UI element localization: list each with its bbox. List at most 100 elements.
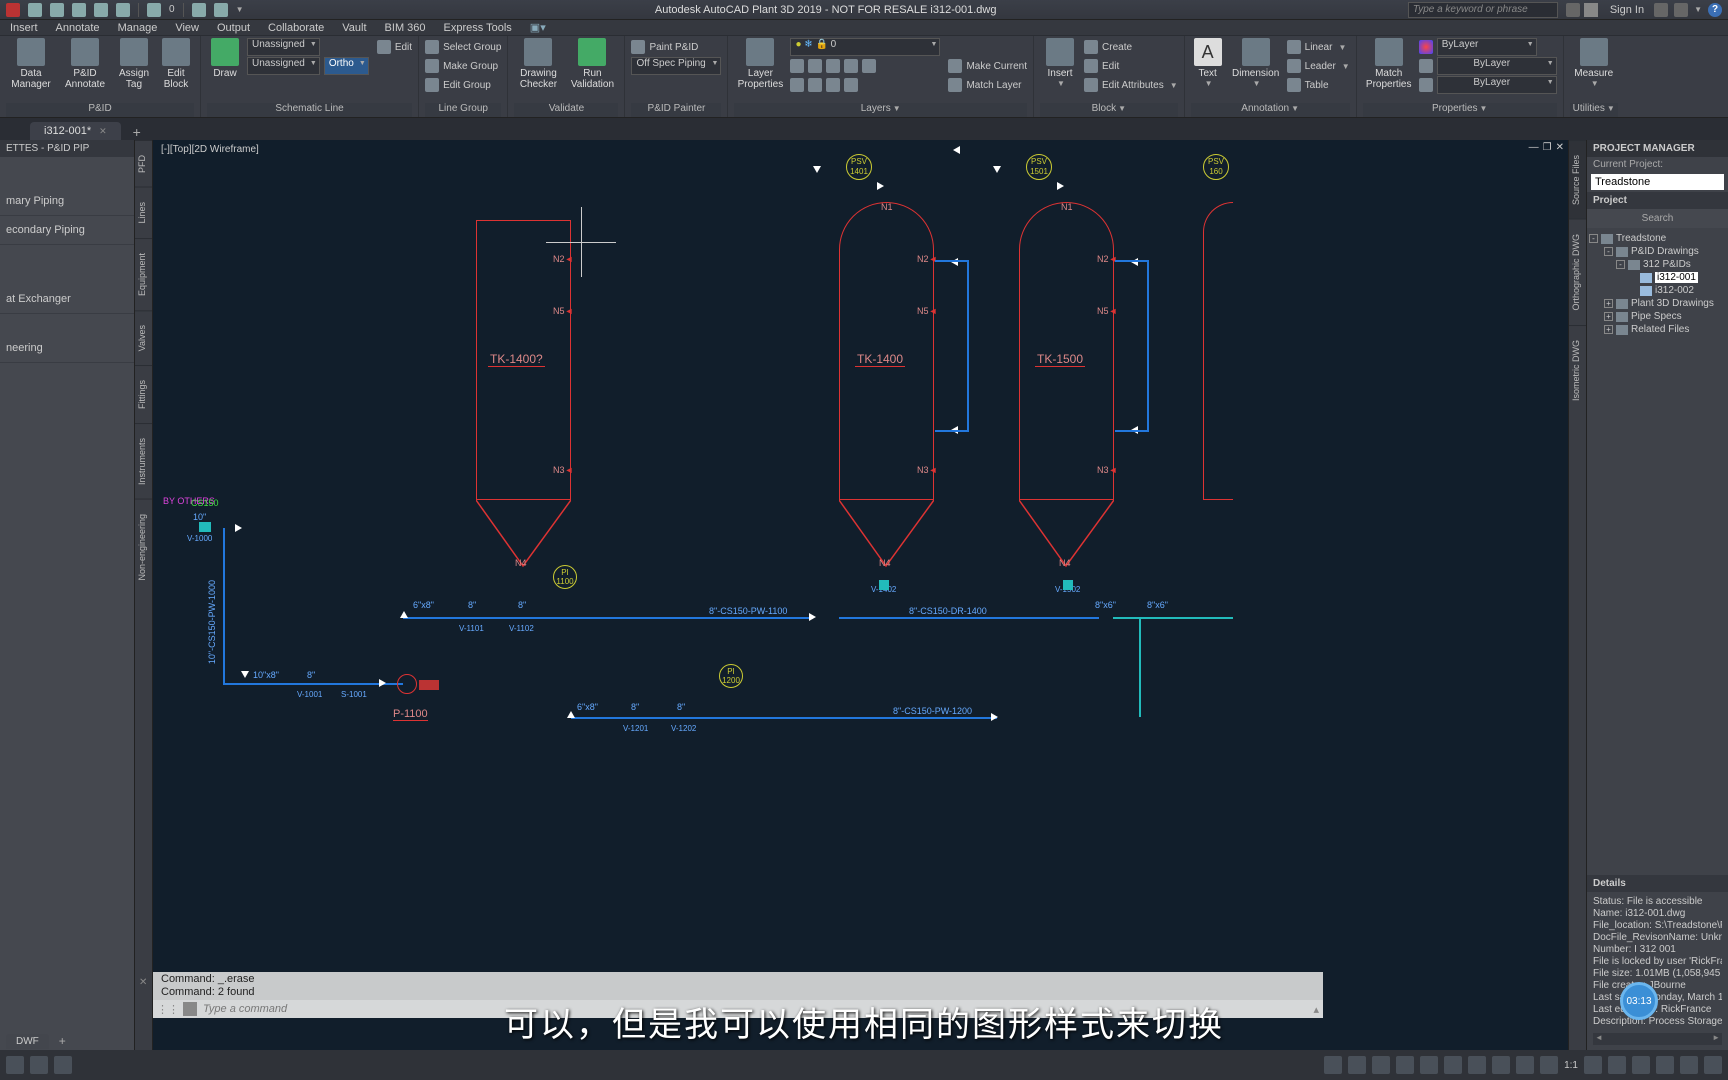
menu-bim360[interactable]: BIM 360 — [385, 22, 426, 34]
edit-block-button[interactable]: EditBlock — [158, 38, 194, 90]
palette-item-secondary-piping[interactable]: econdary Piping — [0, 216, 134, 245]
status-icon-16[interactable] — [1704, 1056, 1722, 1074]
line-b-n2[interactable] — [935, 260, 969, 262]
edit-group-button[interactable]: Edit Group — [425, 76, 501, 94]
infocenter-icon[interactable] — [1566, 3, 1580, 17]
collapse-icon[interactable]: - — [1604, 247, 1613, 256]
user-icon[interactable] — [1584, 3, 1598, 17]
status-icon-4[interactable] — [1396, 1056, 1414, 1074]
layer-icon-6[interactable] — [790, 78, 804, 92]
vtab-source-files[interactable]: Source Files — [1569, 140, 1586, 219]
linetype-dropdown[interactable]: ByLayer — [1437, 76, 1557, 94]
pi-1200[interactable]: PI1200 — [719, 664, 743, 688]
vtab-fittings[interactable]: Fittings — [135, 365, 152, 423]
menu-view[interactable]: View — [175, 22, 199, 34]
tree-folder-312[interactable]: -312 P&IDs — [1589, 258, 1726, 271]
collapse-icon[interactable]: - — [1616, 260, 1625, 269]
status-icon-5[interactable] — [1420, 1056, 1438, 1074]
pipe-pw1100[interactable] — [403, 617, 813, 619]
layer-icon-1[interactable] — [790, 59, 804, 73]
new-layout-button[interactable]: + — [55, 1034, 70, 1048]
grid-toggle[interactable] — [30, 1056, 48, 1074]
vtab-ortho-dwg[interactable]: Orthographic DWG — [1569, 219, 1586, 325]
tree-plant3d[interactable]: +Plant 3D Drawings — [1589, 297, 1726, 310]
undo-icon[interactable] — [94, 3, 108, 17]
line-c-v[interactable] — [1147, 260, 1149, 430]
close-viewport-icon[interactable]: ✕ — [1556, 142, 1564, 153]
projmgr-project-dropdown[interactable]: Treadstone — [1591, 174, 1724, 190]
layer-icon-9[interactable] — [844, 78, 858, 92]
status-icon-3[interactable] — [1372, 1056, 1390, 1074]
match-layer-button[interactable]: Match Layer — [948, 76, 1027, 94]
make-group-button[interactable]: Make Group — [425, 57, 501, 75]
table-button[interactable]: Table — [1287, 76, 1350, 94]
palette-item-primary-piping[interactable]: mary Piping — [0, 187, 134, 216]
menu-output[interactable]: Output — [217, 22, 250, 34]
status-icon-9[interactable] — [1516, 1056, 1534, 1074]
help-search-input[interactable]: Type a keyword or phrase — [1408, 2, 1558, 18]
line-b-v[interactable] — [967, 260, 969, 430]
layer-icon-8[interactable] — [826, 78, 840, 92]
layer-dropdown[interactable]: ● ❄ 🔒 0 — [790, 38, 940, 56]
vtab-instruments[interactable]: Instruments — [135, 423, 152, 499]
exchange-icon[interactable] — [1654, 3, 1668, 17]
status-icon-8[interactable] — [1492, 1056, 1510, 1074]
status-icon-12[interactable] — [1608, 1056, 1626, 1074]
redo-icon[interactable] — [116, 3, 130, 17]
tree-pid[interactable]: -P&ID Drawings — [1589, 245, 1726, 258]
line-c-n3[interactable] — [1115, 430, 1149, 432]
status-scale[interactable]: 1:1 — [1564, 1060, 1578, 1071]
menu-vault[interactable]: Vault — [342, 22, 366, 34]
status-icon-6[interactable] — [1444, 1056, 1462, 1074]
expand-icon[interactable]: + — [1604, 312, 1613, 321]
make-current-button[interactable]: Make Current — [948, 57, 1027, 75]
menu-manage[interactable]: Manage — [118, 22, 158, 34]
tree-related[interactable]: +Related Files — [1589, 323, 1726, 336]
vtab-equipment[interactable]: Equipment — [135, 238, 152, 310]
plot-icon[interactable] — [147, 3, 161, 17]
projmgr-search-input[interactable]: Search — [1587, 209, 1728, 228]
linear-dim-button[interactable]: Linear▼ — [1287, 38, 1350, 56]
cmd-handle-icon[interactable]: ⋮⋮ — [157, 1003, 179, 1016]
pi-1100[interactable]: PI1100 — [553, 565, 577, 589]
menu-overflow-icon[interactable]: ▣▾ — [530, 21, 546, 34]
assign-tag-button[interactable]: AssignTag — [114, 38, 154, 90]
signin-link[interactable]: Sign In — [1610, 4, 1644, 16]
open-icon[interactable] — [50, 3, 64, 17]
layer-icon-7[interactable] — [808, 78, 822, 92]
tree-pipespecs[interactable]: +Pipe Specs — [1589, 310, 1726, 323]
qat-extra-icon[interactable] — [192, 3, 206, 17]
file-tab-active[interactable]: i312-001*✕ — [30, 122, 121, 140]
viewport-label[interactable]: [-][Top][2D Wireframe] — [161, 144, 259, 155]
edit-line-button[interactable]: Edit — [377, 38, 412, 56]
layout-tab-dwf[interactable]: DWF — [6, 1034, 49, 1049]
palette-item-engineering[interactable]: neering — [0, 334, 134, 363]
minimize-viewport-icon[interactable]: — — [1529, 142, 1539, 153]
tree-root[interactable]: -Treadstone — [1589, 232, 1726, 245]
close-tab-icon[interactable]: ✕ — [99, 126, 107, 136]
status-icon-11[interactable] — [1584, 1056, 1602, 1074]
menu-express[interactable]: Express Tools — [444, 22, 512, 34]
status-icon-14[interactable] — [1656, 1056, 1674, 1074]
valve-v1402-icon[interactable] — [879, 580, 889, 590]
details-scrollbar[interactable] — [1593, 1033, 1722, 1045]
status-icon-1[interactable] — [1324, 1056, 1342, 1074]
layer-properties-button[interactable]: LayerProperties — [734, 38, 786, 90]
edit-attr-button[interactable]: Edit Attributes▼ — [1084, 76, 1178, 94]
leader-button[interactable]: Leader▼ — [1287, 57, 1350, 75]
vtab-valves[interactable]: Valves — [135, 310, 152, 365]
ortho-toggle[interactable]: Ortho — [324, 57, 369, 75]
menu-collaborate[interactable]: Collaborate — [268, 22, 324, 34]
edit-block-button2[interactable]: Edit — [1084, 57, 1178, 75]
help-icon[interactable]: ? — [1708, 3, 1722, 17]
vessel-partial[interactable] — [1203, 202, 1233, 500]
psv-160[interactable]: PSV160 — [1203, 154, 1229, 180]
measure-button[interactable]: Measure▼ — [1570, 38, 1618, 88]
status-icon-2[interactable] — [1348, 1056, 1366, 1074]
create-block-button[interactable]: Create — [1084, 38, 1178, 56]
psv-1501[interactable]: PSV1501 — [1026, 154, 1052, 180]
pipe-dr1400[interactable] — [839, 617, 1099, 619]
text-button[interactable]: AText▼ — [1191, 38, 1225, 88]
lineweight-dropdown[interactable]: ByLayer — [1437, 57, 1557, 75]
insert-block-button[interactable]: Insert▼ — [1040, 38, 1080, 88]
